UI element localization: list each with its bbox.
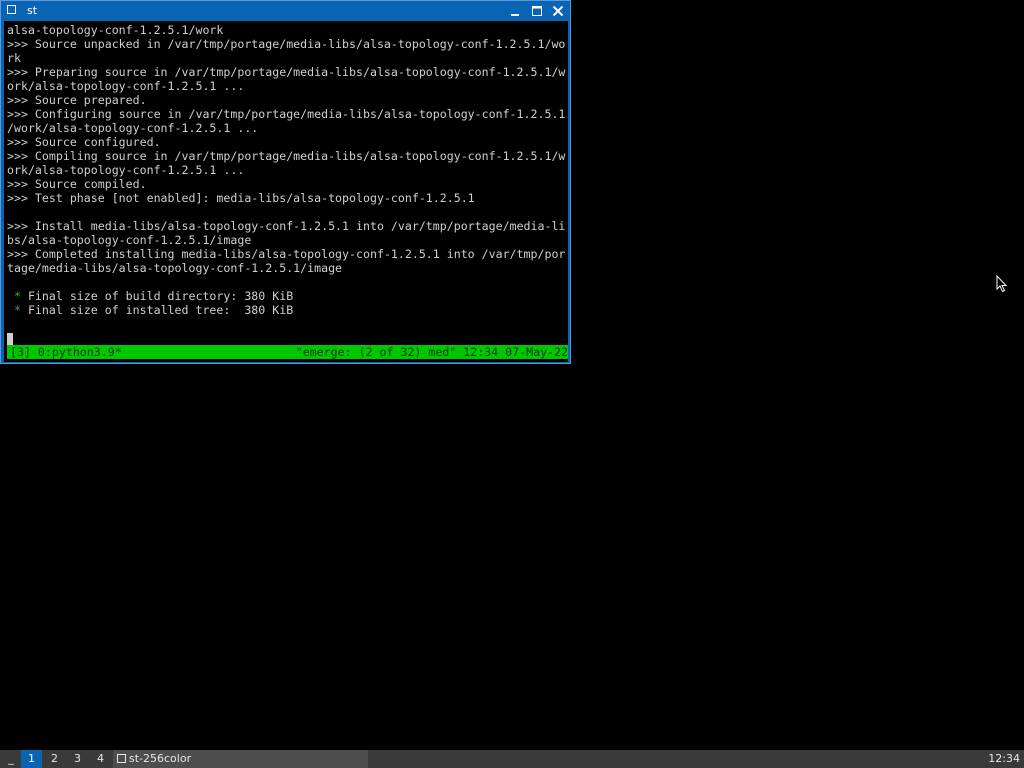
minimize-button[interactable] [507,3,523,19]
maximize-icon [532,6,542,16]
terminal-line: alsa-topology-conf-1.2.5.1/work [7,23,565,37]
taskbar: _ 1 2 3 4 st-256color 12:34 [0,750,1024,768]
window-icon [117,754,126,763]
bullet-star: * [13,289,21,303]
tmux-status-bar: [3] 0:python3.9* "emerge: (2 of 32) med"… [7,345,568,359]
terminal-line: >>> Completed installing media-libs/alsa… [7,247,565,261]
terminal-line-text: >>> Completed installing media-libs/alsa… [7,247,566,261]
terminal-line-text: bs/alsa-topology-conf-1.2.5.1/image [7,233,252,247]
terminal-line-text: tage/media-libs/alsa-topology-conf-1.2.5… [7,261,343,275]
maximize-button[interactable] [529,3,545,19]
status-left: [3] 0:python3.9* [10,345,122,359]
close-icon [552,5,564,17]
terminal-line: >>> Source unpacked in /var/tmp/portage/… [7,37,565,51]
terminal-line-text: >>> Install media-libs/alsa-topology-con… [7,219,566,233]
workspace-2-button[interactable]: 2 [44,750,65,768]
terminal-line: ork/alsa-topology-conf-1.2.5.1 ... [7,79,565,93]
terminal-line: rk [7,51,565,65]
terminal-line: ork/alsa-topology-conf-1.2.5.1 ... [7,163,565,177]
workspace-4-button[interactable]: 4 [90,750,111,768]
window-title: st [27,4,38,17]
terminal-line: >>> Source configured. [7,135,565,149]
terminal-line-text: Final size of installed tree: 380 KiB [20,303,294,317]
taskbar-clock: 12:34 [988,752,1020,765]
terminal-line: >>> Source prepared. [7,93,565,107]
mouse-pointer-icon [996,274,1008,297]
terminal-line-text: >>> Source compiled. [7,177,147,191]
terminal-line-text: >>> Source prepared. [7,93,147,107]
minimize-icon [511,14,519,16]
terminal-line: >>> Test phase [not enabled]: media-libs… [7,191,565,205]
terminal-line-text: /work/alsa-topology-conf-1.2.5.1 ... [7,121,259,135]
terminal-line: >>> Install media-libs/alsa-topology-con… [7,219,565,233]
terminal-line-text: >>> Source configured. [7,135,161,149]
taskbar-task-st[interactable]: st-256color [113,750,368,768]
terminal-line-text: ork/alsa-topology-conf-1.2.5.1 ... [7,163,245,177]
terminal-line: bs/alsa-topology-conf-1.2.5.1/image [7,233,565,247]
taskbar-menu-button[interactable]: _ [4,750,18,768]
terminal-window[interactable]: st alsa-topology-conf-1.2.5.1/work >>> So… [0,0,571,364]
terminal-line: /work/alsa-topology-conf-1.2.5.1 ... [7,121,565,135]
terminal-line-text: Final size of build directory: 380 KiB [20,289,294,303]
workspace-3-button[interactable]: 3 [67,750,88,768]
bullet-star: * [13,303,21,317]
terminal-line-text: >>> Configuring source in /var/tmp/porta… [7,107,566,121]
close-button[interactable] [550,3,566,19]
terminal-line: tage/media-libs/alsa-topology-conf-1.2.5… [7,261,565,275]
window-icon[interactable] [7,5,16,14]
terminal-line-text: ork/alsa-topology-conf-1.2.5.1 ... [7,79,245,93]
desktop: st alsa-topology-conf-1.2.5.1/work >>> So… [0,0,1024,768]
terminal-line: >>> Compiling source in /var/tmp/portage… [7,149,565,163]
status-right: "emerge: (2 of 32) med" 12:34 07-May-22 [295,345,568,359]
task-label: st-256color [129,752,192,765]
terminal-line: >>> Configuring source in /var/tmp/porta… [7,107,565,121]
terminal-line: >>> Source compiled. [7,177,565,191]
terminal-line: * Final size of installed tree: 380 KiB [7,303,565,317]
workspace-1-button[interactable]: 1 [21,750,42,768]
window-titlebar[interactable]: st [1,1,570,21]
terminal-area[interactable]: alsa-topology-conf-1.2.5.1/work >>> Sourc… [4,21,568,362]
terminal-output: alsa-topology-conf-1.2.5.1/work >>> Sourc… [7,23,565,317]
terminal-line-text: alsa-topology-conf-1.2.5.1/work [7,23,224,37]
terminal-line-text: >>> Compiling source in /var/tmp/portage… [7,149,566,163]
terminal-line-text: >>> Source unpacked in /var/tmp/portage/… [7,37,566,51]
terminal-line: * Final size of build directory: 380 KiB [7,289,565,303]
terminal-line-text: >>> Test phase [not enabled]: media-libs… [7,191,475,205]
terminal-line-text: rk [7,51,21,65]
terminal-line: >>> Preparing source in /var/tmp/portage… [7,65,565,79]
terminal-line-text: >>> Preparing source in /var/tmp/portage… [7,65,566,79]
